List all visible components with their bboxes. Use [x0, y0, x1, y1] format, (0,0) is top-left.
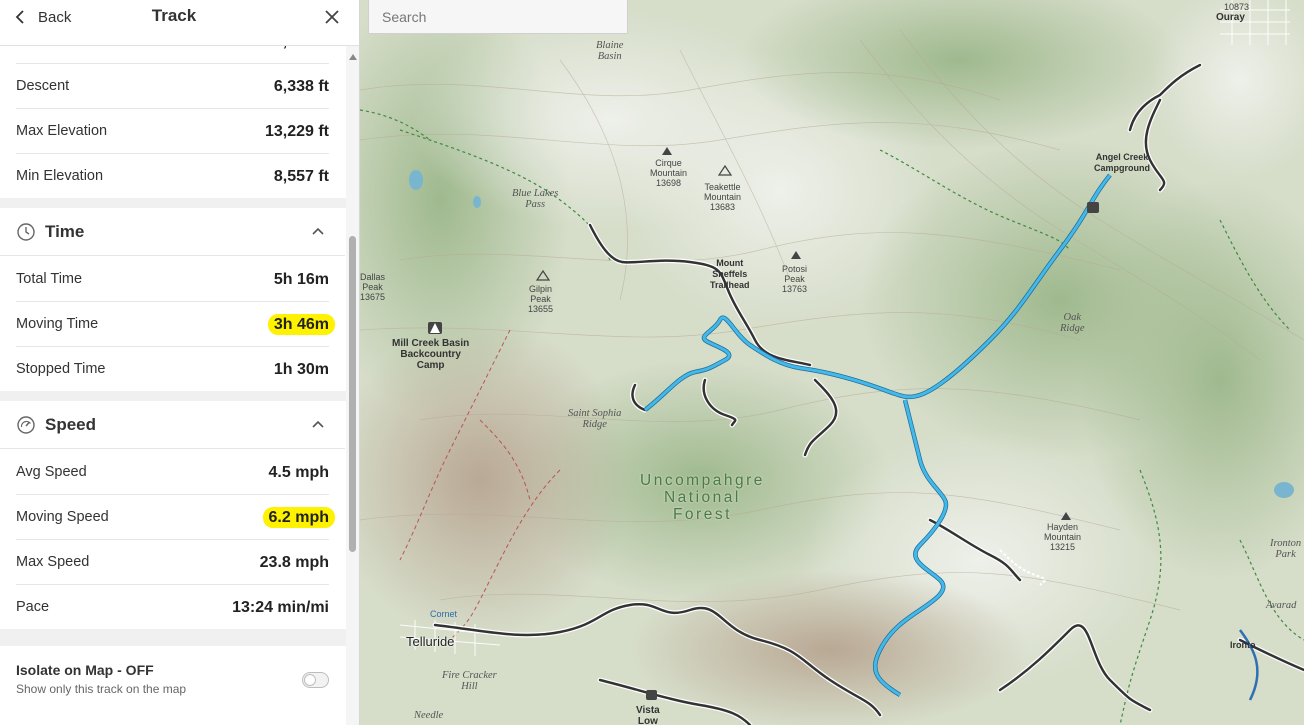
stat-row-max-speed: Max Speed 23.8 mph: [0, 540, 345, 585]
stat-value-highlighted: 3h 46m: [267, 314, 335, 335]
section-title: Speed: [45, 415, 97, 434]
stat-value: 13,229 ft: [264, 123, 329, 140]
map-label-avarado: Avarad: [1266, 600, 1297, 611]
section-title: Time: [45, 222, 85, 241]
isolate-toggle[interactable]: [302, 672, 329, 688]
stat-value-highlighted: 6.2 mph: [262, 507, 335, 528]
stat-row-max-elevation: Max Elevation 13,229 ft: [0, 109, 345, 154]
scrollbar-thumb[interactable]: [349, 236, 356, 552]
map-label-mount-sneffels-trailhead: Mount Sneffels Trailhead: [710, 258, 750, 290]
section-divider: [0, 391, 346, 401]
close-icon[interactable]: [322, 7, 342, 27]
map-label-cornet: Cornet: [430, 609, 458, 619]
stat-row-pace: Pace 13:24 min/mi: [0, 585, 345, 630]
map-label-ironton: Ironto: [1230, 640, 1256, 650]
map-label-fire-cracker-hill: Fire Cracker Hill: [442, 670, 497, 692]
map-label-dallas-peak: Dallas Peak 13675: [360, 272, 386, 302]
isolate-subtitle: Show only this track on the map: [16, 682, 187, 696]
speedometer-icon: [17, 416, 35, 434]
panel-title: Track: [151, 6, 197, 25]
stat-value: 1h 30m: [273, 361, 329, 378]
stat-label: Min Elevation: [16, 168, 104, 184]
map-label-cirque-mountain: Cirque Mountain 13698: [650, 158, 688, 188]
stat-value: 23.8 mph: [259, 554, 329, 571]
map-label-saint-sophia-ridge: Saint Sophia Ridge: [568, 408, 622, 430]
map-label-mill-creek-camp: Mill Creek Basin Backcountry Camp: [392, 338, 470, 371]
stat-value: 5h 16m: [273, 271, 329, 288]
map-label-potosi-peak: Potosi Peak 13763: [782, 264, 808, 294]
stat-label: Pace: [16, 599, 50, 615]
stat-value: 6,214 ft: [274, 46, 329, 64]
stat-label: Avg Speed: [16, 464, 87, 480]
panel-header: Back Track: [0, 0, 359, 46]
toggle-knob: [304, 674, 316, 686]
stat-row-descent: Descent 6,338 ft: [0, 64, 345, 109]
stat-label: Max Elevation: [16, 123, 108, 139]
panel-scrollbar[interactable]: [346, 46, 359, 725]
track-panel: Back Track 6,214 ft Descent 6,338 ft Max…: [0, 0, 360, 725]
stat-row-moving-time: Moving Time 3h 46m: [0, 302, 345, 347]
map-label-blue-lakes-pass: Blue Lakes Pass: [512, 188, 559, 210]
isolate-title: Isolate on Map - OFF: [16, 662, 154, 678]
section-header-time[interactable]: Time: [0, 208, 345, 256]
map-label-ouray: Ouray: [1216, 12, 1245, 23]
section-divider: [0, 629, 346, 646]
isolate-on-map-setting: Isolate on Map - OFF Show only this trac…: [0, 646, 346, 725]
chevron-up-icon[interactable]: [311, 226, 325, 236]
topo-map[interactable]: BlaineBasin Blue LakesPass CirqueMountai…: [360, 0, 1304, 725]
scroll-up-arrow-icon[interactable]: [349, 54, 357, 60]
stat-label: Moving Time: [16, 316, 99, 332]
map-label-oak-ridge: Oak Ridge: [1060, 312, 1085, 334]
map-search-input[interactable]: [368, 0, 628, 34]
map-label-hayden-mountain: Hayden Mountain 13215: [1044, 522, 1082, 552]
section-header-speed[interactable]: Speed: [0, 401, 345, 449]
map-label-telluride: Telluride: [406, 634, 455, 649]
stat-label: Moving Speed: [16, 509, 109, 525]
stat-value: 4.5 mph: [268, 464, 329, 481]
stat-row-partial: 6,214 ft: [0, 46, 345, 64]
stat-value: 13:24 min/mi: [232, 599, 329, 616]
map-label-blaine-basin: Blaine Basin: [596, 40, 624, 62]
stat-row-total-time: Total Time 5h 16m: [0, 257, 345, 302]
chevron-up-icon[interactable]: [311, 419, 325, 429]
map-label-elevation: 10873: [1224, 2, 1250, 12]
stat-row-moving-speed: Moving Speed 6.2 mph: [0, 495, 345, 540]
stats-scroll-area[interactable]: 6,214 ft Descent 6,338 ft Max Elevation …: [0, 46, 346, 725]
stat-value: 6,338 ft: [273, 78, 329, 95]
stat-label: Descent: [16, 78, 70, 94]
stat-value: 8,557 ft: [273, 168, 329, 185]
map-label-uncompahgre-national-forest: Uncompahgre National Forest: [640, 472, 765, 523]
stat-row-min-elevation: Min Elevation 8,557 ft: [0, 154, 345, 199]
stat-label: Stopped Time: [16, 361, 106, 377]
stat-row-avg-speed: Avg Speed 4.5 mph: [0, 450, 345, 495]
map-label-angel-creek-campground: Angel Creek Campground: [1094, 152, 1150, 173]
map-label-gilpin-peak: Gilpin Peak 13655: [528, 284, 554, 314]
map-label-vista-low: Vista Low: [636, 705, 660, 725]
stat-label: Max Speed: [16, 554, 90, 570]
map-label-ironton-park: Ironton Park: [1270, 538, 1302, 560]
map-label-needle: Needle: [414, 710, 444, 721]
map-label-teakettle-mountain: Teakettle Mountain 13683: [704, 182, 742, 212]
stat-row-stopped-time: Stopped Time 1h 30m: [0, 347, 345, 392]
stat-label: Total Time: [16, 271, 83, 287]
section-divider: [0, 198, 346, 208]
clock-icon: [17, 223, 35, 241]
map-terrain: [360, 0, 1304, 725]
